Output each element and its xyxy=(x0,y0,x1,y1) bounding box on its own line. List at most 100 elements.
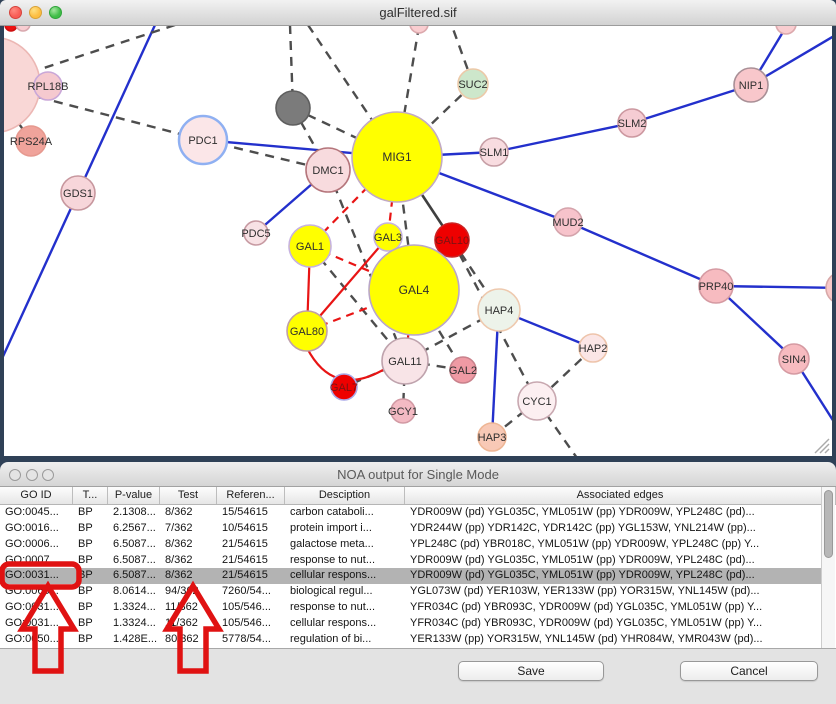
window-title: galFiltered.sif xyxy=(0,5,836,20)
column-header-assoc[interactable]: Associated edges xyxy=(405,487,836,504)
cell-type: BP xyxy=(73,568,108,584)
cell-description: cellular respons... xyxy=(285,616,405,632)
node-label-SIN4: SIN4 xyxy=(782,354,806,366)
cell-reference: 21/54615 xyxy=(217,537,285,553)
cell-go_id: GO:0007... xyxy=(0,553,73,569)
cell-test: 7/362 xyxy=(160,521,217,537)
cell-test: 8/362 xyxy=(160,568,217,584)
save-button[interactable]: Save xyxy=(458,661,604,681)
table-scrollbar[interactable] xyxy=(821,487,835,648)
cell-description: response to nut... xyxy=(285,600,405,616)
cell-assoc: YDR009W (pd) YGL035C, YML051W (pp) YDR00… xyxy=(405,553,821,569)
noa-output-window: NOA output for Single Mode GO IDT...P-va… xyxy=(0,462,836,704)
cell-type: BP xyxy=(73,521,108,537)
network-window-titlebar[interactable]: galFiltered.sif xyxy=(0,0,836,26)
cell-type: BP xyxy=(73,632,108,648)
cancel-button[interactable]: Cancel xyxy=(680,661,818,681)
node-label-PDC1: PDC1 xyxy=(188,135,217,147)
noa-window-titlebar[interactable]: NOA output for Single Mode xyxy=(0,462,836,487)
cell-type: BP xyxy=(73,537,108,553)
node-label-CYC1: CYC1 xyxy=(522,396,551,408)
cell-reference: 105/546... xyxy=(217,616,285,632)
cell-p_value: 2.1308... xyxy=(108,505,160,521)
table-row[interactable]: GO:0016...BP6.2567...7/36210/54615protei… xyxy=(0,521,821,537)
node-label-SUC2: SUC2 xyxy=(458,79,487,91)
table-row[interactable]: GO:0031...BP6.5087...8/36221/54615cellul… xyxy=(0,568,821,584)
cell-reference: 7260/54... xyxy=(217,584,285,600)
table-row[interactable]: GO:0006...BP6.5087...8/36221/54615galact… xyxy=(0,537,821,553)
cell-test: 8/362 xyxy=(160,537,217,553)
cell-assoc: YDR009W (pd) YGL035C, YML051W (pp) YDR00… xyxy=(405,505,821,521)
node-label-RPS24A: RPS24A xyxy=(10,136,53,148)
node-label-DMC1: DMC1 xyxy=(312,165,343,177)
cell-p_value: 6.2567... xyxy=(108,521,160,537)
node-sliver-top-center[interactable] xyxy=(410,26,428,33)
scrollbar-thumb[interactable] xyxy=(824,490,833,558)
node-label-HAP2: HAP2 xyxy=(579,343,608,355)
column-header-reference[interactable]: Referen... xyxy=(217,487,285,504)
node-label-PRP40: PRP40 xyxy=(699,281,734,293)
cell-go_id: GO:0016... xyxy=(0,521,73,537)
resize-grip-icon[interactable] xyxy=(811,435,831,455)
cell-assoc: YGL073W (pd) YER103W, YER133W (pp) YOR31… xyxy=(405,584,821,600)
table-row[interactable]: GO:0031...BP1.3324...11/362105/546...cel… xyxy=(0,616,821,632)
cell-reference: 105/546... xyxy=(217,600,285,616)
column-header-test[interactable]: Test xyxy=(160,487,217,504)
table-row[interactable]: GO:0045...BP2.1308...8/36215/54615carbon… xyxy=(0,505,821,521)
cell-p_value: 1.3324... xyxy=(108,600,160,616)
cell-reference: 15/54615 xyxy=(217,505,285,521)
node-label-MIG1: MIG1 xyxy=(382,150,412,164)
cell-test: 8/362 xyxy=(160,553,217,569)
node-label-GAL1: GAL1 xyxy=(296,241,324,253)
node-label-SLM1: SLM1 xyxy=(480,147,509,159)
cell-test: 94/362 xyxy=(160,584,217,600)
column-header-go_id[interactable]: GO ID xyxy=(0,487,73,504)
cell-reference: 5778/54... xyxy=(217,632,285,648)
cell-go_id: GO:0031... xyxy=(0,600,73,616)
cell-description: regulation of bi... xyxy=(285,632,405,648)
column-header-type[interactable]: T... xyxy=(73,487,108,504)
cell-test: 80/362 xyxy=(160,632,217,648)
table-row[interactable]: GO:0050...BP1.428E...80/3625778/54...reg… xyxy=(0,632,821,648)
network-canvas[interactable]: RPL18BRPS24AGDS1PDC1DMC1MIG1PDC5GAL1GAL3… xyxy=(4,26,832,456)
cell-go_id: GO:0045... xyxy=(0,505,73,521)
node-sliver-top-right[interactable] xyxy=(776,26,796,34)
table-row[interactable]: GO:0065...BP8.0614...94/3627260/54...bio… xyxy=(0,584,821,600)
node-label-GAL4: GAL4 xyxy=(399,283,430,297)
node-label-GAL2: GAL2 xyxy=(449,365,477,377)
table-header-row: GO IDT...P-valueTestReferen...Desciption… xyxy=(0,487,836,505)
edge xyxy=(568,222,716,286)
edge xyxy=(494,123,632,152)
node-gray-node[interactable] xyxy=(276,91,310,125)
cell-description: carbon cataboli... xyxy=(285,505,405,521)
cell-assoc: YFR034C (pd) YBR093C, YDR009W (pd) YGL03… xyxy=(405,616,821,632)
node-MSI[interactable] xyxy=(826,272,832,304)
node-label-PDC5: PDC5 xyxy=(241,228,270,240)
cell-description: biological regul... xyxy=(285,584,405,600)
window-title: NOA output for Single Mode xyxy=(0,467,836,482)
table-row[interactable]: GO:0031...BP1.3324...11/362105/546...res… xyxy=(0,600,821,616)
node-label-RPL18B: RPL18B xyxy=(28,81,69,93)
cell-go_id: GO:0031... xyxy=(0,568,73,584)
column-header-p_value[interactable]: P-value xyxy=(108,487,160,504)
table-body: GO:0045...BP2.1308...8/36215/54615carbon… xyxy=(0,505,821,648)
cell-go_id: GO:0065... xyxy=(0,584,73,600)
cell-type: BP xyxy=(73,505,108,521)
cell-assoc: YER133W (pp) YOR315W, YNL145W (pd) YHR08… xyxy=(405,632,821,648)
go-results-table: GO IDT...P-valueTestReferen...Desciption… xyxy=(0,487,836,648)
node-label-GAL10: GAL10 xyxy=(435,235,469,247)
cell-type: BP xyxy=(73,584,108,600)
cell-assoc: YPL248C (pd) YBR018C, YML051W (pp) YDR00… xyxy=(405,537,821,553)
cell-p_value: 6.5087... xyxy=(108,553,160,569)
cell-type: BP xyxy=(73,616,108,632)
node-sliver-red[interactable] xyxy=(5,26,17,31)
column-header-description[interactable]: Desciption xyxy=(285,487,405,504)
cell-test: 11/362 xyxy=(160,600,217,616)
node-label-GCY1: GCY1 xyxy=(388,406,418,418)
cell-p_value: 6.5087... xyxy=(108,568,160,584)
node-label-HAP3: HAP3 xyxy=(478,432,507,444)
node-sliver-pink-left[interactable] xyxy=(16,26,30,31)
table-row[interactable]: GO:0007...BP6.5087...8/36221/54615respon… xyxy=(0,553,821,569)
cell-reference: 10/54615 xyxy=(217,521,285,537)
cell-p_value: 1.3324... xyxy=(108,616,160,632)
